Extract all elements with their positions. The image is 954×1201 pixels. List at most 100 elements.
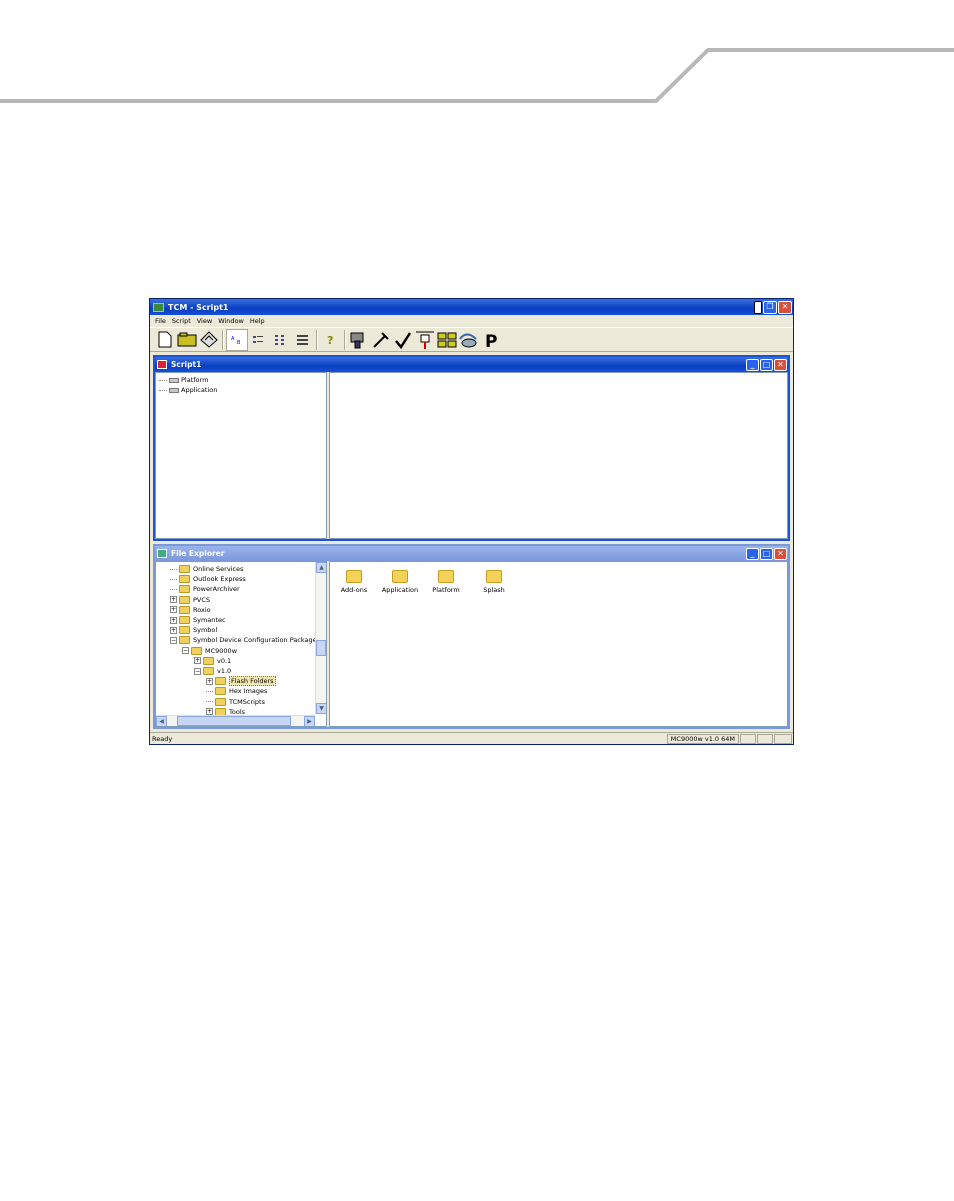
menu-view[interactable]: View [194, 317, 215, 325]
tree-folder-label: PowerArchiver [193, 585, 240, 594]
expand-icon[interactable]: + [206, 677, 213, 685]
minimize-button[interactable]: _ [746, 358, 759, 371]
explorer-window-titlebar[interactable]: File Explorer _ □ ✕ [155, 546, 788, 561]
view-list-icon[interactable] [270, 329, 292, 351]
expand-icon[interactable]: + [170, 606, 177, 614]
tree-connector [206, 690, 213, 692]
maximize-button[interactable]: □ [760, 358, 773, 371]
collapse-icon[interactable]: − [182, 647, 189, 655]
vertical-scrollbar[interactable]: ▲ ▼ [315, 562, 326, 714]
svg-text:B: B [237, 340, 241, 345]
scroll-thumb[interactable] [316, 640, 326, 656]
view-details-icon[interactable] [292, 329, 314, 351]
drive-icon [169, 377, 179, 383]
close-button[interactable]: ✕ [778, 300, 792, 314]
tree-connector [170, 578, 177, 580]
tree-folder-item[interactable]: − v1.0 [194, 666, 231, 676]
folder-item-add-ons[interactable]: Add-ons [334, 570, 374, 594]
tree-connector [170, 568, 177, 570]
tree-folder-item[interactable]: Outlook Express [170, 574, 246, 584]
collapse-icon[interactable]: − [194, 667, 201, 675]
folder-item-splash[interactable]: Splash [474, 570, 514, 594]
folder-tree-pane[interactable]: Online Services Outlook Express PowerArchi… [155, 561, 327, 727]
folder-icon [191, 646, 202, 655]
parking-icon[interactable]: P [480, 329, 502, 351]
grid-icon[interactable] [436, 329, 458, 351]
minimize-button[interactable]: _ [746, 547, 759, 560]
menu-help[interactable]: Help [247, 317, 268, 325]
tcm-application-window: TCM - Script1 ❐ ✕ File Script View Windo… [149, 298, 794, 745]
tree-folder-item[interactable]: Hex Images [206, 686, 267, 696]
close-button[interactable]: ✕ [774, 358, 787, 371]
tree-folder-label: v1.0 [217, 667, 232, 675]
file-list-pane[interactable]: Add-ons Application Platform Splash [329, 561, 788, 727]
tree-folder-item[interactable]: Online Services [170, 564, 243, 574]
folder-icon [215, 697, 226, 706]
collapse-icon[interactable]: − [170, 636, 177, 644]
restore-button[interactable]: ❐ [763, 300, 777, 314]
open-icon[interactable] [176, 329, 198, 351]
tree-folder-item[interactable]: − MC9000w [182, 646, 237, 656]
tree-folder-item[interactable]: + Flash Folders [206, 676, 276, 687]
view-large-icon[interactable]: AB [226, 328, 248, 351]
scroll-left-button[interactable]: ◀ [156, 716, 167, 726]
expand-icon[interactable]: + [170, 596, 177, 604]
tree-folder-item[interactable]: + PVCS [170, 595, 210, 605]
pin-icon[interactable] [754, 300, 762, 314]
script-window-titlebar[interactable]: Script1 _ □ ✕ [155, 357, 788, 372]
view-small-icon[interactable] [248, 329, 270, 351]
close-button[interactable]: ✕ [774, 547, 787, 560]
svg-text:A: A [231, 336, 235, 342]
menu-bar: File Script View Window Help [150, 315, 793, 326]
script-detail-pane[interactable] [329, 372, 788, 539]
tree-folder-item[interactable]: PowerArchiver [170, 584, 240, 594]
tree-folder-item[interactable]: − Symbol Device Configuration Packages [170, 635, 320, 645]
svg-text:?: ? [327, 334, 333, 347]
tree-folder-label: PVCS [193, 595, 211, 604]
folder-item-platform[interactable]: Platform [426, 570, 466, 594]
folder-icon [179, 585, 190, 594]
app-titlebar[interactable]: TCM - Script1 ❐ ✕ [150, 299, 793, 315]
menu-script[interactable]: Script [169, 317, 194, 325]
page-header-decoration [0, 48, 954, 103]
status-cell-empty [774, 733, 792, 744]
expand-icon[interactable]: + [170, 616, 177, 624]
connect-icon[interactable] [458, 329, 480, 351]
file-explorer-window: File Explorer _ □ ✕ Online Services Outlo… [153, 544, 790, 729]
build-icon[interactable] [348, 329, 370, 351]
tree-folder-item[interactable]: + Symbol [170, 625, 217, 635]
tree-folder-label: Symbol Device Configuration Packages [193, 636, 321, 645]
expand-icon[interactable]: + [170, 626, 177, 634]
tree-folder-item[interactable]: + v0.1 [194, 656, 231, 666]
menu-file[interactable]: File [152, 317, 169, 325]
drive-icon [169, 387, 179, 393]
script-tree-pane[interactable]: Platform Application [155, 372, 327, 539]
tree-item-platform[interactable]: Platform [159, 375, 208, 385]
folder-icon [179, 616, 190, 624]
save-icon[interactable] [198, 329, 220, 351]
tree-folder-item[interactable]: + Roxio [170, 605, 211, 615]
folder-icon [346, 570, 362, 583]
tree-item-application[interactable]: Application [159, 385, 217, 395]
scroll-up-button[interactable]: ▲ [316, 562, 326, 573]
horizontal-scrollbar[interactable]: ◀ ▶ [156, 715, 315, 726]
transfer-icon[interactable] [414, 329, 436, 351]
folder-item-application[interactable]: Application [380, 570, 420, 594]
new-icon[interactable] [154, 329, 176, 351]
check-icon[interactable] [392, 329, 414, 351]
tools-icon[interactable] [370, 329, 392, 351]
main-toolbar: AB ? P [150, 327, 793, 352]
tree-folder-item[interactable]: + Symantec [170, 615, 226, 625]
help-icon[interactable]: ? [320, 329, 342, 351]
menu-window[interactable]: Window [215, 317, 247, 325]
scroll-down-button[interactable]: ▼ [316, 703, 326, 714]
tree-folder-label: Online Services [193, 565, 244, 573]
scroll-thumb[interactable] [177, 716, 291, 726]
folder-icon [215, 677, 226, 686]
maximize-button[interactable]: □ [760, 547, 773, 560]
tree-folder-item[interactable]: TCMScripts [206, 697, 265, 707]
tcm-app-icon [153, 302, 164, 312]
scroll-right-button[interactable]: ▶ [304, 716, 315, 726]
expand-icon[interactable]: + [194, 657, 201, 665]
tree-folder-label: v0.1 [217, 656, 232, 665]
